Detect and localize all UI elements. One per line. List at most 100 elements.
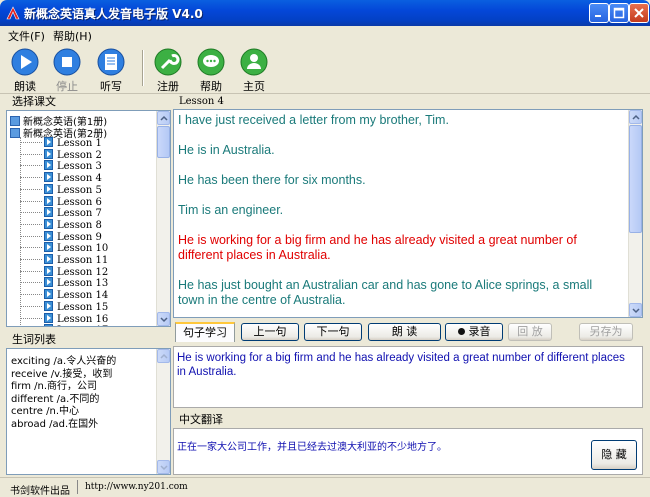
menu-file[interactable]: 文件(F) [8, 28, 45, 44]
scroll-up-button[interactable] [629, 110, 642, 124]
home-button[interactable]: 主页 [234, 45, 274, 93]
tree-lesson-item[interactable]: Lesson 7 [20, 207, 102, 219]
tree-lesson-item[interactable]: Lesson 8 [20, 218, 102, 231]
lesson-text-area[interactable]: I have just received a letter from my br… [173, 109, 643, 318]
hide-button[interactable]: 隐 藏 [591, 440, 637, 470]
audio-lesson-icon [44, 137, 53, 147]
menu-help[interactable]: 帮助(H) [53, 28, 92, 44]
lesson-text-line: He is in Australia. [178, 143, 275, 157]
audio-lesson-icon [44, 324, 53, 326]
lesson-label: Lesson 9 [57, 231, 102, 243]
vocab-scrollbar[interactable] [156, 349, 170, 474]
status-bar: 书剑软件出品 http://www.ny201.com [0, 477, 650, 497]
register-button[interactable]: 注册 [148, 45, 188, 93]
lesson-label: Lesson 6 [57, 196, 102, 208]
tree-lesson-item[interactable]: Lesson 16 [20, 312, 108, 325]
chevron-down-icon [160, 465, 168, 471]
tab-sentence-study[interactable]: 句子学习 [175, 322, 235, 342]
audio-lesson-icon [44, 207, 53, 218]
lesson-label: Lesson 8 [57, 219, 102, 231]
vocab-item[interactable]: abroad /ad.在国外 [11, 415, 98, 430]
lesson-scrollbar[interactable] [156, 111, 170, 326]
scroll-up-button[interactable] [157, 349, 170, 363]
tree-lesson-item[interactable]: Lesson 10 [20, 242, 108, 254]
lesson-tree: 新概念英语(第1册) 新概念英语(第2册) Lesson 1 Lesson 2 Le… [6, 110, 171, 327]
chevron-down-icon [632, 308, 640, 314]
audio-lesson-icon [44, 254, 53, 264]
tree-lesson-item[interactable]: Lesson 3 [20, 160, 102, 172]
website-url[interactable]: http://www.ny201.com [85, 482, 188, 492]
tree-lesson-item[interactable]: Lesson 9 [20, 230, 102, 243]
lesson-label: Lesson 1 [57, 138, 102, 149]
document-icon [97, 48, 125, 76]
user-icon [240, 48, 268, 76]
content-scrollbar[interactable] [628, 110, 642, 317]
read-label: 朗读 [14, 80, 36, 93]
scroll-down-button[interactable] [157, 460, 170, 474]
tree-branch [20, 259, 42, 260]
tree-branch [20, 200, 42, 202]
playback-button[interactable]: 回 放 [508, 323, 552, 341]
help-label: 帮助 [200, 80, 222, 93]
tree-branch [20, 142, 42, 143]
vendor-label: 书剑软件出品 [10, 486, 70, 497]
vocab-list: exciting /a.令人兴奋的 receive /v.接受，收到 firm /n… [6, 348, 171, 475]
toolbar-separator [142, 50, 144, 86]
dictation-button[interactable]: 听写 [91, 45, 131, 93]
minimize-button[interactable] [589, 3, 609, 23]
current-sentence-line: different places in Australia. [178, 248, 331, 262]
play-icon [11, 48, 39, 76]
tree-branch [20, 305, 42, 307]
tree-branch [20, 223, 42, 225]
tree-lesson-item[interactable]: Lesson 17 [20, 324, 108, 326]
tree-branch [20, 294, 42, 296]
tree-book-1[interactable]: 新概念英语(第1册) [10, 113, 107, 128]
read-sentence-button[interactable]: 朗 读 [368, 323, 441, 341]
app-logo-icon [6, 6, 20, 20]
maximize-icon [613, 7, 625, 19]
sentence-display: He is working for a big firm and he has … [173, 346, 643, 408]
lesson-label: Lesson 12 [57, 266, 109, 278]
tree-branch [20, 270, 42, 272]
lesson-label: Lesson 4 [57, 173, 102, 185]
stop-label: 停止 [56, 80, 78, 93]
chevron-up-icon [632, 114, 640, 120]
tree-lesson-item[interactable]: Lesson 15 [20, 300, 108, 313]
chevron-up-icon [160, 115, 168, 121]
record-button[interactable]: 录音 [445, 323, 503, 341]
tree-lesson-item[interactable]: Lesson 13 [20, 277, 108, 289]
maximize-button[interactable] [609, 3, 629, 23]
tree-lesson-item[interactable]: Lesson 12 [20, 265, 109, 278]
tree-lesson-item[interactable]: Lesson 5 [20, 183, 102, 196]
lesson-text-line: Tim is an engineer. [178, 203, 284, 217]
tree-book-2[interactable]: 新概念英语(第2册) [10, 125, 107, 140]
audio-lesson-icon [44, 148, 53, 159]
tree-lesson-item[interactable]: Lesson 1 [20, 137, 102, 149]
lesson-label: Lesson 3 [57, 161, 102, 173]
tree-branch [20, 247, 42, 249]
lesson-label: Lesson 7 [57, 208, 102, 220]
tree-lesson-item[interactable]: Lesson 6 [20, 195, 102, 208]
tree-lesson-item[interactable]: Lesson 4 [20, 172, 102, 184]
lesson-label: Lesson 14 [57, 290, 109, 302]
close-button[interactable] [629, 3, 649, 23]
stop-button[interactable]: 停止 [47, 45, 87, 93]
read-button[interactable]: 朗读 [5, 45, 45, 93]
tree-lesson-item[interactable]: Lesson 14 [20, 289, 108, 301]
scroll-down-button[interactable] [629, 303, 642, 317]
close-icon [634, 8, 644, 18]
tree-lesson-item[interactable]: Lesson 11 [20, 254, 108, 266]
current-sentence-line: He is working for a big firm and he has … [178, 233, 577, 247]
scroll-thumb[interactable] [629, 125, 642, 233]
tree-lesson-item[interactable]: Lesson 2 [20, 148, 102, 161]
scroll-down-button[interactable] [157, 312, 170, 326]
help-button[interactable]: 帮助 [191, 45, 231, 93]
audio-lesson-icon [44, 230, 53, 241]
prev-sentence-button[interactable]: 上一句 [241, 323, 299, 341]
scroll-thumb[interactable] [157, 126, 170, 158]
save-as-button[interactable]: 另存为 [579, 323, 633, 341]
lesson-panel-header: 选择课文 [6, 95, 171, 110]
next-sentence-button[interactable]: 下一句 [304, 323, 362, 341]
scroll-up-button[interactable] [157, 111, 170, 125]
translation-text: 正在一家大公司工作，并且已经去过澳大利亚的不少地方了。 [177, 442, 447, 453]
